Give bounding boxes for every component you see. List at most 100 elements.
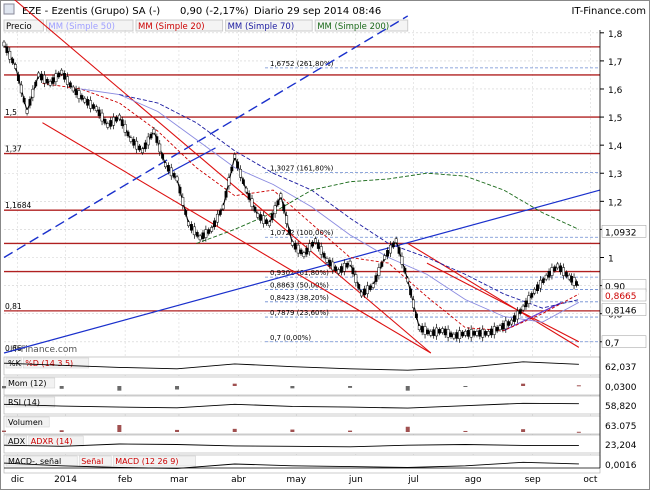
indicator-bar xyxy=(463,386,468,387)
price-bar-body xyxy=(357,284,361,289)
price-bar-body xyxy=(25,109,29,114)
indicator-bar xyxy=(175,429,180,432)
price-bar-body xyxy=(438,328,441,334)
price-bar-body xyxy=(432,329,436,336)
price-bar-body xyxy=(409,288,413,296)
price-bar-body xyxy=(34,81,38,87)
price-bar-body xyxy=(45,79,49,84)
price-bar-body xyxy=(86,99,90,106)
x-tick-label: abr xyxy=(231,475,246,485)
price-bar-body xyxy=(187,221,191,227)
price-bar-body xyxy=(89,100,92,109)
chart-window: EZE - Ezentis (Grupo) SA (-) 0,90 (-2,17%… xyxy=(0,0,650,490)
price-bar-body xyxy=(109,120,113,127)
price-bar-body xyxy=(123,124,127,133)
price-bar-body xyxy=(337,269,340,274)
indicator-legend-label: MACD (12 26 9) xyxy=(115,457,178,466)
y-tick-label: 1,3 xyxy=(608,170,622,180)
fib-label: 0,9302 (61,80%) xyxy=(270,269,329,277)
price-bar-body xyxy=(305,247,309,255)
price-bar-body xyxy=(227,177,231,186)
price-bar-body xyxy=(325,258,329,263)
price-bar-body xyxy=(567,274,571,280)
price-bar-body xyxy=(547,271,551,278)
price-bar-body xyxy=(314,238,317,243)
price-bar-body xyxy=(210,227,214,232)
price-bar-body xyxy=(504,320,508,330)
indicator-bar xyxy=(463,430,468,432)
price-bar-body xyxy=(112,117,116,126)
price-bar-body xyxy=(455,332,459,339)
header-title: EZE - Ezentis (Grupo) SA (-) xyxy=(22,6,160,17)
price-bar-body xyxy=(138,145,141,151)
price-bar-body xyxy=(42,74,46,84)
indicator-bar xyxy=(348,430,353,432)
price-bar-body xyxy=(391,242,395,248)
price-bar-body xyxy=(553,266,557,271)
header-quote: 0,90 (-2,17%) xyxy=(180,6,249,17)
x-tick-label: ago xyxy=(465,475,482,485)
menu-icon xyxy=(3,3,15,15)
price-bar-body xyxy=(241,179,245,184)
level-label: 1,37 xyxy=(5,145,22,154)
price-bar-body xyxy=(65,76,69,85)
price-bar-body xyxy=(328,259,332,267)
price-bar-body xyxy=(207,229,211,234)
price-bar-body xyxy=(420,325,424,333)
price-bar-body xyxy=(221,204,225,210)
indicator-bar xyxy=(232,383,237,386)
price-bar-body xyxy=(129,137,133,142)
indicator-panel xyxy=(3,376,601,396)
price-bar-body xyxy=(140,148,144,154)
fib-label: 1,3027 (161,80%) xyxy=(270,164,334,172)
price-bar-body xyxy=(296,244,300,254)
price-bar-body xyxy=(63,73,67,80)
chart-canvas[interactable]: EZE - Ezentis (Grupo) SA (-) 0,90 (-2,17%… xyxy=(0,0,650,490)
price-bar-body xyxy=(311,241,315,247)
price-bar-body xyxy=(319,246,323,255)
price-bar-body xyxy=(181,197,185,206)
price-bar-body xyxy=(230,166,234,172)
indicator-bar xyxy=(405,426,410,432)
price-bar-body xyxy=(380,262,384,267)
price-bar-body xyxy=(158,143,162,153)
price-tag-label: 0,7 xyxy=(605,339,619,349)
indicator-value: 0,0300 xyxy=(605,383,637,393)
price-bar-body xyxy=(348,260,352,266)
price-bar-body xyxy=(339,266,343,273)
indicator-panel xyxy=(3,356,601,376)
price-bar-body xyxy=(345,262,349,268)
price-bar-body xyxy=(452,333,456,339)
indicator-bar xyxy=(576,385,581,387)
indicator-bar xyxy=(290,429,295,432)
legend-label: MM (Simple 70) xyxy=(228,22,295,32)
price-bar-body xyxy=(570,276,574,283)
price-bar-body xyxy=(559,265,563,272)
fib-label: 1,0722 (100,00%) xyxy=(270,229,334,237)
price-bar-body xyxy=(213,220,216,228)
x-tick-label: may xyxy=(286,475,306,485)
price-bar-body xyxy=(397,247,401,254)
price-bar-body xyxy=(429,331,433,336)
price-bar-body xyxy=(435,327,439,337)
price-bar-body xyxy=(94,106,98,111)
price-bar-body xyxy=(331,261,335,271)
price-bar-body xyxy=(403,267,407,273)
indicator-panel xyxy=(3,395,601,415)
price-bar-body xyxy=(175,176,179,182)
price-bar-body xyxy=(469,329,473,338)
indicator-legend-label: Mom (12) xyxy=(8,379,47,388)
price-bar-body xyxy=(574,281,578,286)
price-bar-body xyxy=(178,186,182,194)
x-tick-label: oct xyxy=(583,475,597,485)
price-bar-body xyxy=(510,319,514,325)
price-bar-body xyxy=(538,279,542,289)
price-bar-body xyxy=(83,97,87,103)
price-bar-body xyxy=(501,323,505,330)
fib-label: 1,6752 (261,80%) xyxy=(270,60,334,68)
price-bar-body xyxy=(48,81,52,86)
indicator-bar xyxy=(2,386,6,389)
y-tick-label: 1,5 xyxy=(608,114,622,124)
price-bar-body xyxy=(316,242,320,249)
price-bar-body xyxy=(463,331,467,336)
